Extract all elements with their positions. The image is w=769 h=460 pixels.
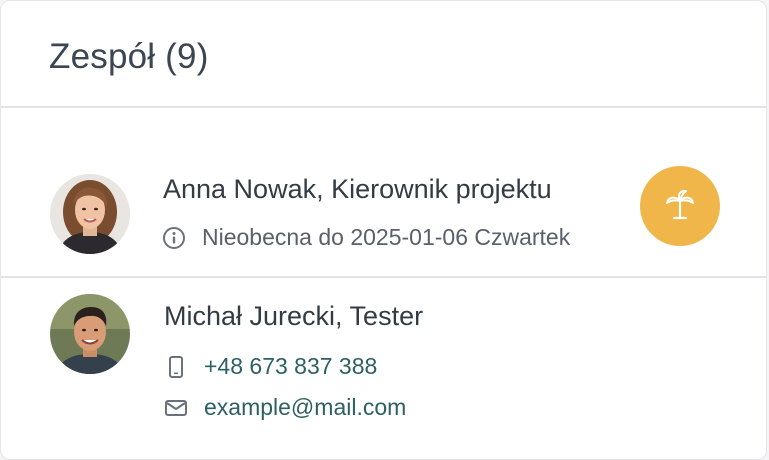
palm-tree-icon <box>660 184 700 229</box>
team-member-row: Anna Nowak, Kierownik projektu Nieobecna… <box>1 108 766 278</box>
avatar <box>50 294 130 374</box>
absence-status-text: Nieobecna do 2025-01-06 Czwartek <box>202 224 571 250</box>
member-name: Michał Jurecki, Tester <box>164 301 424 331</box>
team-member-row: Michał Jurecki, Tester +48 673 837 388 e… <box>1 278 766 459</box>
team-title: Zespół (9) <box>49 37 209 76</box>
member-name: Anna Nowak, Kierownik projektu <box>163 174 552 204</box>
email-link[interactable]: example@mail.com <box>204 394 406 421</box>
card-header: Zespół (9) <box>1 1 766 108</box>
avatar <box>50 174 130 254</box>
team-card: Zespół (9) Anna Nowak, Kierownik projekt… <box>0 0 767 460</box>
absence-status: Nieobecna do 2025-01-06 Czwartek <box>162 224 570 251</box>
vacation-badge[interactable] <box>640 166 720 246</box>
phone-link[interactable]: +48 673 837 388 <box>204 353 377 380</box>
phone-row: +48 673 837 388 <box>164 353 377 380</box>
mobile-phone-icon <box>164 355 188 379</box>
info-icon <box>162 226 186 250</box>
email-row: example@mail.com <box>164 394 406 421</box>
envelope-icon <box>164 396 188 420</box>
